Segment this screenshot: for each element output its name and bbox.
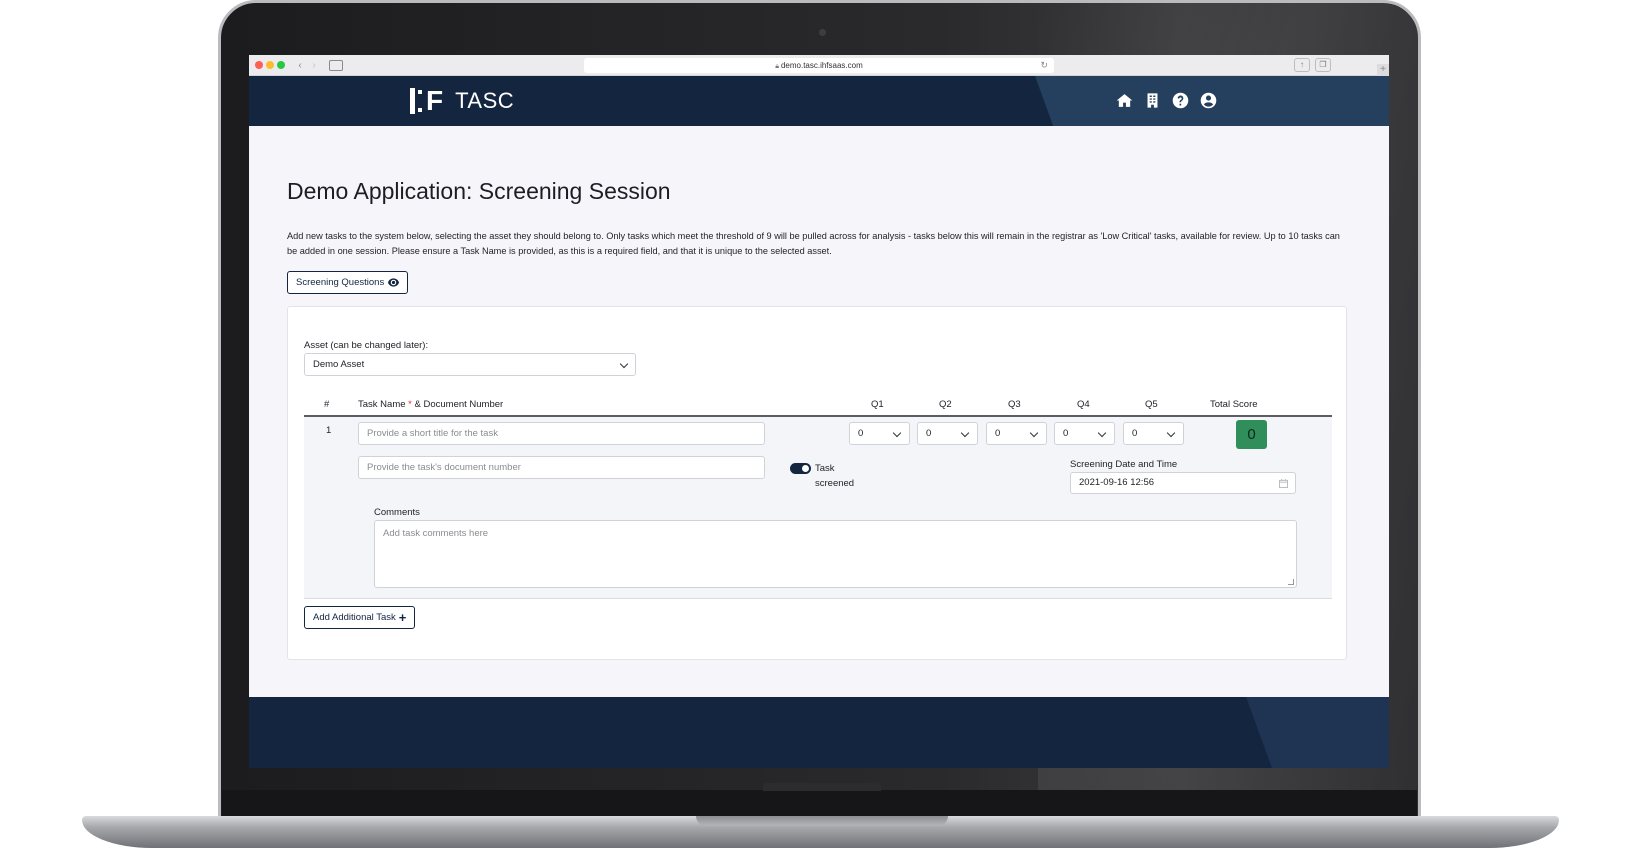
header-nav	[1115, 91, 1217, 109]
logo[interactable]: F TASC	[410, 87, 514, 115]
home-icon[interactable]	[1115, 91, 1133, 109]
building-icon[interactable]	[1143, 91, 1161, 109]
app-name: TASC	[455, 88, 515, 113]
comments-textarea[interactable]: Add task comments here	[374, 520, 1297, 588]
page-title: Demo Application: Screening Session	[287, 178, 671, 204]
plus-icon: +	[398, 609, 407, 625]
task-screened-toggle[interactable]	[790, 463, 811, 474]
q3-select[interactable]: 0	[986, 422, 1047, 445]
laptop-hinge-lip	[763, 783, 881, 791]
task-form-card: Asset (can be changed later): Demo Asset…	[287, 306, 1347, 660]
reload-icon[interactable]: ↻	[1040, 58, 1048, 73]
user-icon[interactable]	[1199, 91, 1217, 109]
comments-label: Comments	[374, 507, 420, 518]
intro-text: Add new tasks to the system below, selec…	[287, 231, 1340, 256]
q1-value: 0	[858, 428, 864, 439]
lock-icon: 🔒︎	[775, 63, 779, 70]
column-header-q5: Q5	[1145, 399, 1158, 410]
browser-toolbar: ‹ › 🔒︎ demo.tasc.ihfsaas.com ↻ ↑ ❐ +	[249, 55, 1389, 76]
screening-questions-button[interactable]: Screening Questions	[287, 271, 409, 294]
add-additional-task-button[interactable]: Add Additional Task +	[304, 606, 416, 629]
column-header-task-name: Task Name * & Document Number	[358, 399, 504, 410]
eye-icon	[388, 278, 400, 287]
laptop-hinge	[222, 790, 1417, 818]
share-icon[interactable]: ↑	[1294, 58, 1310, 72]
q3-value: 0	[995, 428, 1001, 439]
column-header-q2: Q2	[939, 399, 952, 410]
column-header-q1: Q1	[871, 399, 884, 410]
screening-date-value: 2021-09-16 12:56	[1079, 477, 1155, 488]
q2-value: 0	[926, 428, 932, 439]
address-bar[interactable]: 🔒︎ demo.tasc.ihfsaas.com ↻	[584, 58, 1054, 73]
column-header-total-score: Total Score	[1210, 399, 1258, 410]
chevron-down-icon	[1097, 428, 1107, 438]
column-header-q3: Q3	[1008, 399, 1021, 410]
add-task-label: Add Additional Task	[313, 612, 396, 623]
forward-icon[interactable]: ›	[307, 60, 321, 71]
q4-value: 0	[1063, 428, 1069, 439]
q5-value: 0	[1132, 428, 1138, 439]
back-icon[interactable]: ‹	[293, 60, 307, 71]
chevron-down-icon	[1029, 428, 1039, 438]
resize-handle-icon[interactable]	[1288, 579, 1294, 585]
calendar-icon[interactable]	[1279, 479, 1288, 488]
tabs-overview-icon[interactable]: ❐	[1315, 58, 1331, 72]
app-header: F TASC	[249, 76, 1389, 126]
screening-date-input[interactable]: 2021-09-16 12:56	[1070, 472, 1296, 494]
q5-select[interactable]: 0	[1123, 422, 1184, 445]
app-footer	[249, 697, 1389, 768]
chevron-down-icon	[1166, 428, 1176, 438]
task-screened-label: Task screened	[815, 463, 855, 489]
maximize-window-button[interactable]	[277, 61, 285, 69]
help-icon[interactable]	[1171, 91, 1189, 109]
chevron-down-icon	[960, 428, 970, 438]
document-number-input[interactable]: Provide the task's document number	[358, 456, 765, 479]
table-row: 1 Provide a short title for the task Pro…	[304, 417, 1332, 599]
sidebar-toggle-icon[interactable]	[329, 60, 343, 71]
total-score-badge: 0	[1236, 420, 1267, 449]
asset-selected-value: Demo Asset	[313, 359, 365, 370]
screen: ‹ › 🔒︎ demo.tasc.ihfsaas.com ↻ ↑ ❐ + F TA…	[249, 55, 1389, 768]
task-name-input[interactable]: Provide a short title for the task	[358, 422, 765, 445]
laptop-base-notch	[696, 816, 948, 826]
chevron-down-icon	[619, 359, 629, 369]
screening-date-label: Screening Date and Time	[1070, 459, 1178, 470]
q4-select[interactable]: 0	[1054, 422, 1115, 445]
asset-select[interactable]: Demo Asset	[304, 353, 636, 376]
screening-questions-label: Screening Questions	[296, 277, 385, 288]
page-content: Demo Application: Screening Session Add …	[249, 126, 1389, 702]
required-marker: *	[408, 399, 412, 410]
comments-placeholder: Add task comments here	[383, 528, 489, 539]
camera	[819, 29, 826, 36]
chevron-down-icon	[892, 428, 902, 438]
asset-label: Asset (can be changed later):	[304, 340, 429, 351]
url-text: demo.tasc.ihfsaas.com	[780, 61, 863, 70]
q2-select[interactable]: 0	[917, 422, 978, 445]
new-tab-icon[interactable]: +	[1377, 64, 1389, 76]
column-header-q4: Q4	[1077, 399, 1090, 410]
row-number: 1	[326, 425, 332, 436]
close-window-button[interactable]	[255, 61, 263, 69]
column-header-number: #	[324, 399, 330, 410]
minimize-window-button[interactable]	[266, 61, 274, 69]
q1-select[interactable]: 0	[849, 422, 910, 445]
logo-mark: F	[410, 87, 443, 115]
